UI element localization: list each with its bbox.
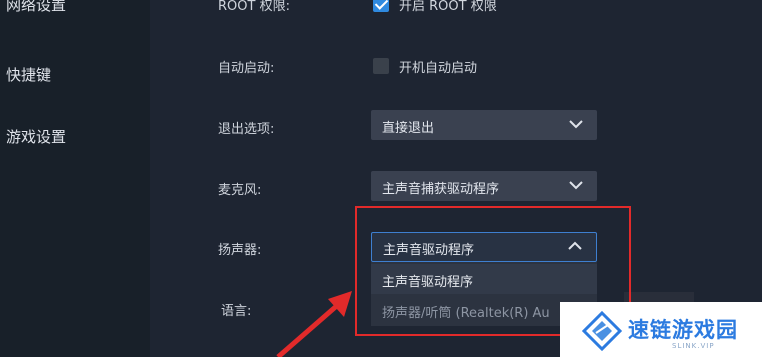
chevron-down-icon — [569, 181, 583, 190]
microphone-select[interactable]: 主声音捕获驱动程序 — [371, 171, 597, 201]
autostart-label: 自动启动: — [218, 61, 275, 76]
root-permission-checkbox[interactable] — [373, 0, 389, 12]
root-permission-label: ROOT 权限: — [218, 0, 290, 14]
watermark-subtitle: SLINK.VIP — [672, 342, 715, 350]
microphone-label: 麦克风: — [218, 183, 262, 198]
chevron-down-icon — [569, 120, 583, 129]
sidebar-item-shortcuts[interactable]: 快捷键 — [6, 64, 51, 85]
root-permission-checkbox-label: 开启 ROOT 权限 — [399, 0, 497, 14]
diamond-logo-icon — [582, 311, 622, 351]
watermark-title: 速链游戏园 — [628, 318, 738, 342]
sidebar-item-network-settings[interactable]: 网络设置 — [6, 0, 66, 15]
autostart-checkbox-label: 开机自动启动 — [399, 61, 478, 76]
sidebar: 网络设置 快捷键 游戏设置 — [0, 0, 150, 357]
speaker-label: 扬声器: — [218, 243, 262, 258]
exit-option-label: 退出选项: — [218, 122, 275, 137]
annotation-arrow — [276, 291, 352, 357]
exit-option-value: 直接退出 — [382, 121, 435, 136]
microphone-value: 主声音捕获驱动程序 — [382, 182, 500, 197]
watermark: 速链游戏园 SLINK.VIP — [560, 302, 762, 357]
autostart-checkbox[interactable] — [373, 58, 389, 74]
language-label: 语言: — [221, 304, 252, 319]
exit-option-select[interactable]: 直接退出 — [371, 110, 597, 140]
sidebar-item-game-settings[interactable]: 游戏设置 — [6, 126, 66, 147]
